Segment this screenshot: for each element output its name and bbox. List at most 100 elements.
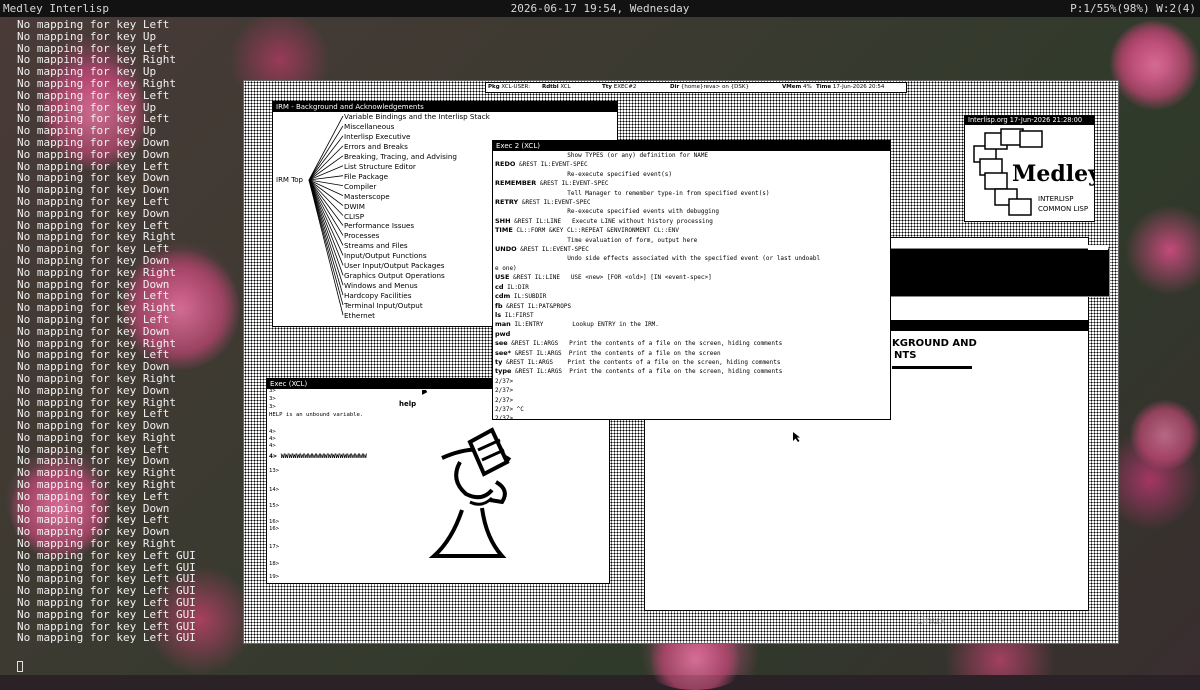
irm-node[interactable]: Input/Output Functions (344, 251, 427, 260)
terminal-log-line: No mapping for key Right (17, 76, 176, 90)
exec2-line: USE &REST IL:LINE USE <new> [FOR <old>] … (495, 273, 890, 282)
exec2-text: &REST IL:EVENT-SPEC (515, 161, 588, 169)
terminal-log-line: No mapping for key Up (17, 29, 157, 43)
exec2-line: REMEMBER &REST IL:EVENT-SPEC (495, 179, 890, 188)
exec-xcl-line: 16> (269, 519, 280, 525)
exec2-command: cd (495, 282, 504, 291)
irm-node[interactable]: CLISP (344, 212, 364, 221)
exec2-command: see* (495, 348, 512, 357)
exec2-command: REDO (495, 160, 516, 169)
irm-node[interactable]: Miscellaneous (344, 122, 394, 131)
irm-root-node[interactable]: IRM Top (276, 176, 303, 184)
exec2-line: RETRY &REST IL:EVENT-SPEC (495, 198, 890, 207)
exec2-command: UNDO (495, 245, 517, 254)
irm-node[interactable]: Errors and Breaks (344, 142, 408, 151)
doc-heading-rule (892, 366, 972, 369)
exec2-command: type (495, 367, 512, 376)
exec2-command: REMEMBER (495, 179, 537, 188)
exec2-text: &REST IL:LINE Execute LINE without histo… (510, 217, 713, 225)
exec2-command: see (495, 339, 508, 348)
irm-node[interactable]: Processes (344, 231, 379, 240)
irm-node[interactable]: Ethernet (344, 311, 375, 320)
medley-logo-window[interactable]: Interlisp.org 17-Jun-2026 21:28:00 Medle… (964, 115, 1095, 222)
exec2-text: &REST IL:ARGS Print the contents of a fi… (511, 349, 721, 357)
irm-node[interactable]: List Structure Editor (344, 162, 416, 171)
exec2-text: Time evaluation of form, output here (495, 236, 698, 244)
exec2-line: 2/37> (495, 396, 890, 405)
exec2-line: ty &REST IL:ARGS Print the contents of a… (495, 358, 890, 367)
exec2-text: 2/37> (495, 377, 514, 385)
terminal-log-line: No mapping for key Right (17, 371, 176, 385)
exec-xcl-line: 3> (269, 404, 276, 410)
exec2-text: &REST IL:ARGS Print the contents of a fi… (507, 340, 783, 348)
exec-xcl-line: 3> (269, 388, 276, 394)
exec2-text: IL:DIR (503, 283, 529, 291)
irm-node[interactable]: Hardcopy Facilities (344, 291, 411, 300)
exec2-line: cdm IL:SUBDIR (495, 292, 890, 301)
terminal-log-line: No mapping for key Left GUI (17, 548, 196, 562)
irm-node[interactable]: File Package (344, 172, 388, 181)
logo-caption: Interlisp.org 17-Jun-2026 21:28:00 (965, 116, 1094, 125)
irm-node[interactable]: Masterscope (344, 192, 390, 201)
exec2-line: SHH &REST IL:LINE Execute LINE without h… (495, 217, 890, 226)
irm-node[interactable]: Streams and Files (344, 241, 408, 250)
exec2-line: ls IL:FIRST (495, 311, 890, 320)
exec-xcl-line: 15> (269, 503, 280, 509)
exec-xcl-line: 4> (269, 443, 276, 449)
irm-node[interactable]: Terminal Input/Output (344, 301, 423, 310)
top-status-bar: Medley Interlisp 2026-06-17 19:54, Wedne… (0, 0, 1200, 17)
terminal-log-line: No mapping for key Down (17, 147, 170, 161)
exec2-command: SHH (495, 216, 511, 225)
exec2-output[interactable]: Show TYPES (or any) definition for NAME R… (495, 151, 890, 419)
irm-title-bar[interactable]: IRM - Background and Acknowledgements (273, 102, 617, 112)
irm-node[interactable]: Compiler (344, 182, 376, 191)
terminal-log-line: No mapping for key Down (17, 383, 170, 397)
exec2-xcl-window[interactable]: Exec 2 (XCL) Show TYPES (or any) definit… (492, 140, 891, 420)
exec2-line: 2/37> (495, 377, 890, 386)
exec2-text: 2/37> (495, 396, 514, 404)
exec2-command: cdm (495, 292, 511, 301)
doc-black-band (890, 320, 1088, 331)
irm-node[interactable]: DWIM (344, 202, 365, 211)
exec-xcl-line: 14> (269, 487, 280, 493)
exec2-text: CL::FORM &KEY CL::REPEAT &ENVIRONMENT CL… (512, 227, 679, 235)
exec2-line: see* &REST IL:ARGS Print the contents of… (495, 349, 890, 358)
terminal-log-line: No mapping for key Down (17, 324, 170, 338)
exec2-text: &REST IL:EVENT-SPEC (536, 180, 609, 188)
terminal-log: No mapping for key Left No mapping for ke… (17, 19, 196, 644)
irm-node[interactable]: User Input/Output Packages (344, 261, 445, 270)
exec2-text: 2/37> (495, 387, 514, 395)
exec-xcl-line: 18> (269, 561, 280, 567)
exec2-line: Tell Manager to remember type-in from sp… (495, 189, 890, 198)
medley-screen[interactable]: Pkg XCL-USER: Rdtbl XCL Tty EXEC#2 Dir {… (243, 80, 1119, 644)
exec2-line: Re-execute specified event(s) (495, 170, 890, 179)
exec2-line: 2/37> (495, 386, 890, 395)
mouse-pointer-icon (793, 432, 800, 442)
terminal-log-line: No mapping for key Left GUI (17, 631, 196, 645)
irm-node[interactable]: Variable Bindings and the Interlisp Stac… (344, 112, 490, 121)
irm-node[interactable]: Breaking, Tracing, and Advising (344, 152, 457, 161)
terminal-log-line: No mapping for key Down (17, 253, 170, 267)
exec-xcl-line: 3> (269, 396, 276, 402)
doc-heading: KGROUND AND NTS (892, 338, 977, 361)
exec2-line: Time evaluation of form, output here (495, 236, 890, 245)
logo-name: Medley (1012, 161, 1095, 187)
workspace-indicator: P:1/55%(98%) W:2(4) (1070, 2, 1196, 15)
irm-node[interactable]: Graphics Output Operations (344, 271, 445, 280)
terminal-log-line: No mapping for key Left (17, 489, 170, 503)
exec2-line: e one) (495, 264, 890, 273)
irm-node[interactable]: Windows and Menus (344, 281, 418, 290)
exec2-line: cd IL:DIR (495, 283, 890, 292)
exec2-text: Re-execute specified events with debuggi… (495, 208, 719, 216)
exec2-title-bar[interactable]: Exec 2 (XCL) (493, 141, 890, 151)
irm-node[interactable]: Interlisp Executive (344, 132, 410, 141)
exec2-text: 2/37> ^C (495, 405, 524, 413)
clock: 2026-06-17 19:54, Wednesday (510, 2, 690, 15)
logo-sub-interlisp: INTERLISP (1038, 195, 1074, 203)
terminal-log-line: No mapping for key Left GUI (17, 607, 196, 621)
irm-node[interactable]: Performance Issues (344, 221, 414, 230)
exec-xcl-line: 4> (269, 436, 276, 442)
exec2-line: man IL:ENTRY Lookup ENTRY in the IRM. (495, 320, 890, 329)
exec2-text: &REST IL:PAT&PROPS (502, 302, 572, 310)
exec2-text: IL:ENTRY Lookup ENTRY in the IRM. (510, 321, 659, 329)
